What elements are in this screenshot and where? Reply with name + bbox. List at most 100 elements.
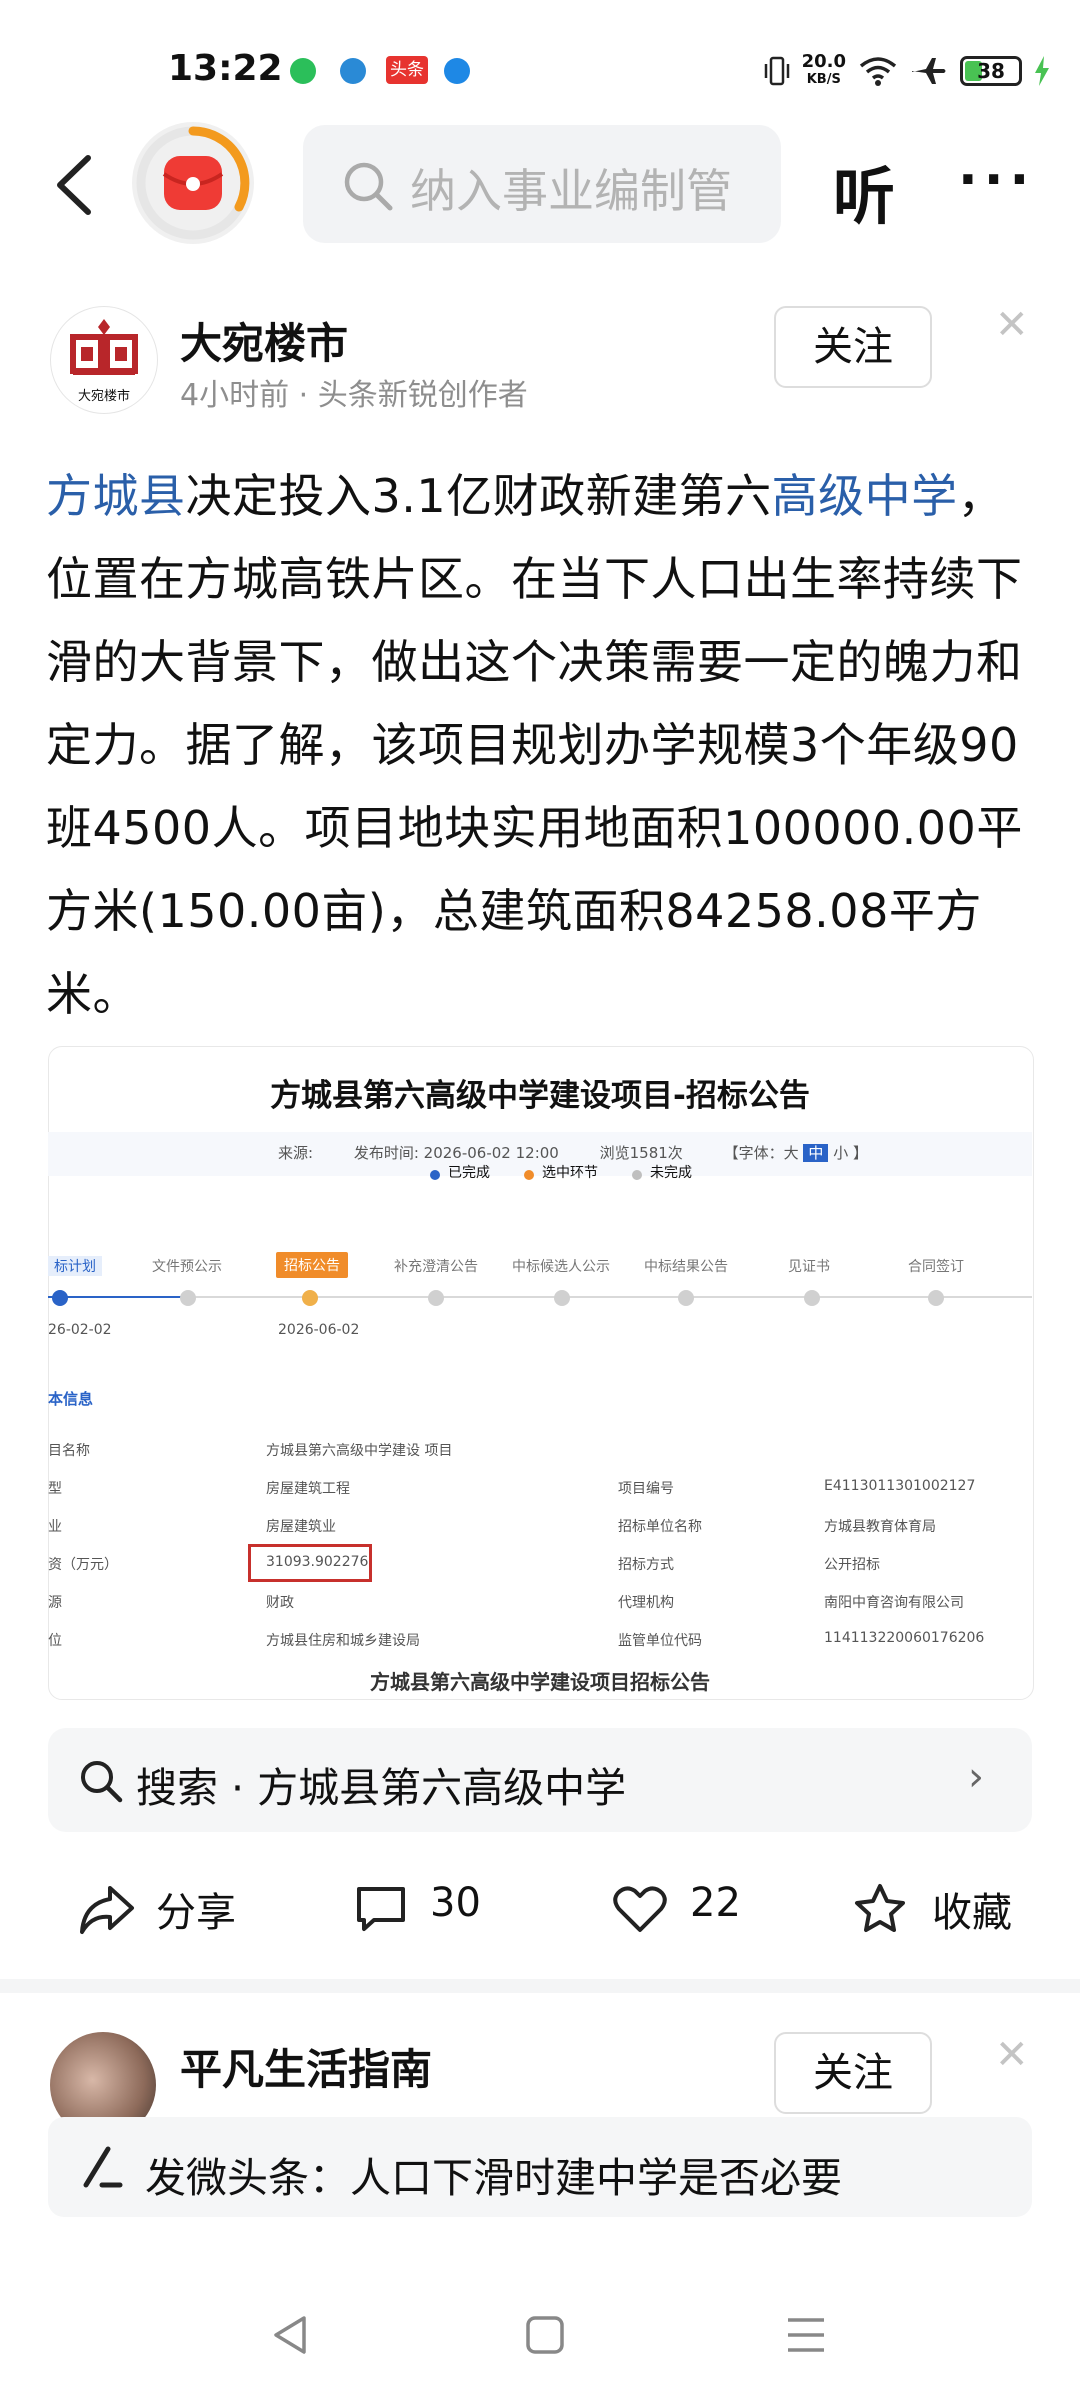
article-body: 方城县决定投入3.1亿财政新建第六高级中学，位置在方城高铁片区。在当下人口出生率… <box>46 455 1036 1036</box>
info-label: 业 <box>48 1519 62 1535</box>
airplane-mode-icon <box>912 58 946 84</box>
info-label: 目名称 <box>48 1443 90 1459</box>
close-icon[interactable]: ✕ <box>995 2032 1029 2078</box>
step-6: 中标结果公告 <box>644 1259 728 1275</box>
listen-button[interactable]: 听 <box>833 146 895 236</box>
share-label: 分享 <box>156 1890 236 1936</box>
collect-label: 收藏 <box>932 1890 1012 1936</box>
notice-views: 浏览1581次 <box>599 1144 683 1162</box>
info-value: 南阳中育咨询有限公司 <box>824 1595 964 1611</box>
legend-selected: 选中环节 <box>542 1165 598 1181</box>
info-label: 代理机构 <box>618 1595 674 1611</box>
heart-icon <box>613 1886 667 1932</box>
nav-back-icon[interactable] <box>268 2312 312 2358</box>
like-button[interactable]: 22 <box>612 1876 752 1942</box>
wechat-icon <box>290 58 316 84</box>
author-meta: 4小时前 · 头条新锐创作者 <box>180 378 528 413</box>
author-logo-text: 大宛楼市 <box>77 389 130 404</box>
section-divider <box>0 1979 1080 1993</box>
search-placeholder[interactable]: 纳入事业编制管 <box>410 155 730 221</box>
info-label: 项目编号 <box>618 1481 674 1497</box>
step-dot-8 <box>928 1290 944 1306</box>
step-dot-7 <box>804 1290 820 1306</box>
article-link-county[interactable]: 方城县 <box>46 469 186 523</box>
info-value: E4113011301002127 <box>824 1478 976 1494</box>
wifi-icon <box>859 57 897 86</box>
notice-font-suffix: 小 】 <box>833 1144 868 1162</box>
info-label: 招标方式 <box>618 1557 674 1573</box>
info-value: 公开招标 <box>824 1557 880 1573</box>
pen-icon <box>83 2146 123 2188</box>
close-icon[interactable]: ✕ <box>995 302 1029 348</box>
compose-text[interactable]: 发微头条：人口下滑时建中学是否必要 <box>145 2144 842 2204</box>
red-packet-task-button[interactable] <box>132 122 254 244</box>
charging-icon <box>1035 56 1049 86</box>
article-text-1: 决定投入3.1亿财政新建第六 <box>185 469 772 523</box>
legend-dot-selected <box>524 1170 534 1180</box>
info-value: 方城县第六高级中学建设 项目 <box>266 1443 453 1459</box>
info-label: 资（万元） <box>48 1557 118 1573</box>
step-dot-2 <box>180 1290 196 1306</box>
notice-font-mid: 中 <box>803 1144 829 1162</box>
article-text-2: ，位置在方城高铁片区。在当下人口出生率持续下滑的大背景下，做出这个决策需要一定的… <box>46 469 1023 1021</box>
step-1: 标计划 <box>48 1256 102 1276</box>
share-icon <box>80 1886 134 1934</box>
notice-publish-time: 发布时间: 2026-06-02 12:00 <box>353 1144 559 1162</box>
progress-line-done <box>48 1296 188 1298</box>
chevron-left-icon <box>57 155 91 215</box>
step-dot-1 <box>52 1290 68 1306</box>
info-value: 方城县住房和城乡建设局 <box>266 1633 420 1649</box>
battery-icon: 38 <box>960 56 1022 86</box>
step-8: 合同签订 <box>908 1259 964 1275</box>
step-dot-6 <box>678 1290 694 1306</box>
step-dot-4 <box>428 1290 444 1306</box>
step-dot-5 <box>554 1290 570 1306</box>
notice-meta: 来源: 发布时间: 2026-06-02 12:00 浏览1581次 【字体：大… <box>278 1142 868 1163</box>
share-button[interactable]: 分享 <box>78 1876 258 1942</box>
author-name[interactable]: 大宛楼市 <box>180 310 348 371</box>
article-link-high-school[interactable]: 高级中学 <box>772 469 958 523</box>
like-count: 22 <box>690 1880 741 1926</box>
step-dot-3 <box>302 1290 318 1306</box>
nav-home-icon[interactable] <box>524 2314 566 2356</box>
related-search-text[interactable]: 搜索 · 方城县第六高级中学 <box>136 1754 626 1814</box>
red-packet-icon <box>136 126 250 240</box>
nav-menu-icon[interactable] <box>784 2314 828 2356</box>
notice-source: 来源: <box>278 1144 314 1162</box>
comment-button[interactable]: 30 <box>354 1876 494 1942</box>
chevron-right-icon[interactable]: › <box>968 1754 984 1800</box>
notice-font-prefix: 【字体：大 <box>723 1144 799 1162</box>
network-speed-unit: KB/S <box>806 72 841 87</box>
step-7: 见证书 <box>788 1259 830 1275</box>
step-4: 补充澄清公告 <box>394 1259 478 1275</box>
info-value: 房屋建筑业 <box>266 1519 336 1535</box>
network-speed: 20.0 KB/S <box>802 53 846 89</box>
collect-button[interactable]: 收藏 <box>852 1876 1032 1942</box>
legend-done: 已完成 <box>448 1165 490 1181</box>
author-name[interactable]: 平凡生活指南 <box>180 2036 432 2097</box>
comment-icon <box>357 1887 405 1931</box>
network-speed-value: 20.0 <box>801 51 846 72</box>
step-3: 招标公告 <box>276 1252 348 1278</box>
legend-todo: 未完成 <box>650 1165 692 1181</box>
back-button[interactable] <box>44 140 104 230</box>
toutiao-notification-icon: 头条 <box>386 56 428 84</box>
info-value: 方城县教育体育局 <box>824 1519 936 1535</box>
vibrate-icon <box>764 56 789 86</box>
step-date-3: 2026-06-02 <box>278 1322 360 1338</box>
author-avatar[interactable]: 大宛楼市 <box>50 306 158 414</box>
follow-button[interactable]: 关注 <box>774 306 932 388</box>
search-icon <box>344 162 393 211</box>
step-date-1: 26-02-02 <box>48 1322 112 1338</box>
star-icon <box>855 1884 905 1932</box>
info-label: 招标单位名称 <box>618 1519 702 1535</box>
highlight-box <box>248 1544 372 1582</box>
browser-icon <box>444 58 470 84</box>
follow-button[interactable]: 关注 <box>774 2032 932 2114</box>
info-label: 位 <box>48 1633 62 1649</box>
more-options-button[interactable]: ··· <box>958 150 1035 210</box>
mobile-network-app-icon <box>340 58 366 84</box>
image-caption: 方城县第六高级中学建设项目招标公告 <box>370 1670 710 1694</box>
search-icon <box>81 1761 123 1803</box>
info-value: 房屋建筑工程 <box>266 1481 350 1497</box>
